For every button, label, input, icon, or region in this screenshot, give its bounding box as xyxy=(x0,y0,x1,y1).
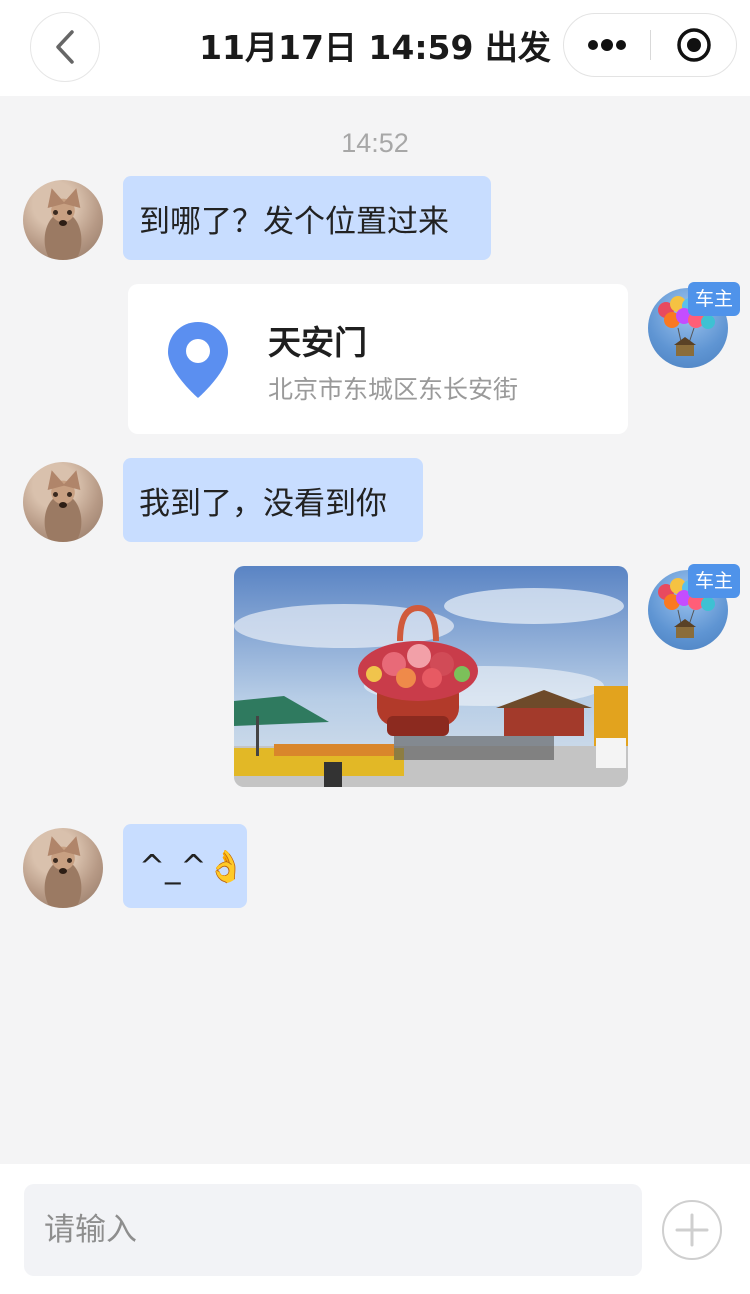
more-button[interactable] xyxy=(564,14,650,76)
mini-program-capsule xyxy=(563,13,737,77)
location-address: 北京市东城区东长安街 xyxy=(268,375,519,404)
target-icon xyxy=(677,28,711,62)
passenger-avatar[interactable] xyxy=(23,462,103,542)
message-input[interactable] xyxy=(24,1184,642,1276)
message-bubble[interactable]: 我到了，没看到你 xyxy=(123,458,423,542)
chat-timestamp: 14:52 xyxy=(341,128,409,158)
owner-badge: 车主 xyxy=(688,282,740,316)
back-button[interactable] xyxy=(30,12,100,82)
message-text: 到哪了？发个位置过来 xyxy=(139,203,449,240)
add-attachment-button[interactable] xyxy=(662,1200,722,1260)
location-pin-icon xyxy=(168,322,228,398)
plus-icon xyxy=(675,1213,709,1247)
more-dots-icon xyxy=(588,39,626,51)
message-bubble[interactable]: ^_^👌 xyxy=(123,824,247,908)
message-bubble[interactable]: 到哪了？发个位置过来 xyxy=(123,176,491,260)
page-title: 11月17日 14:59 出发 xyxy=(199,28,551,67)
passenger-avatar[interactable] xyxy=(23,828,103,908)
close-mini-program-button[interactable] xyxy=(651,14,737,76)
message-text: 我到了，没看到你 xyxy=(139,485,387,522)
owner-badge: 车主 xyxy=(688,564,740,598)
location-card[interactable]: 天安门 北京市东城区东长安街 xyxy=(128,284,628,434)
passenger-avatar[interactable] xyxy=(23,180,103,260)
location-name: 天安门 xyxy=(268,323,367,362)
chevron-left-icon xyxy=(56,30,74,64)
message-text: ^_^👌 xyxy=(139,848,246,885)
top-bar: 11月17日 14:59 出发 xyxy=(0,0,750,96)
tiananmen-flower-basket-photo xyxy=(234,566,628,787)
photo-message[interactable] xyxy=(234,566,628,787)
input-bar xyxy=(0,1164,750,1294)
